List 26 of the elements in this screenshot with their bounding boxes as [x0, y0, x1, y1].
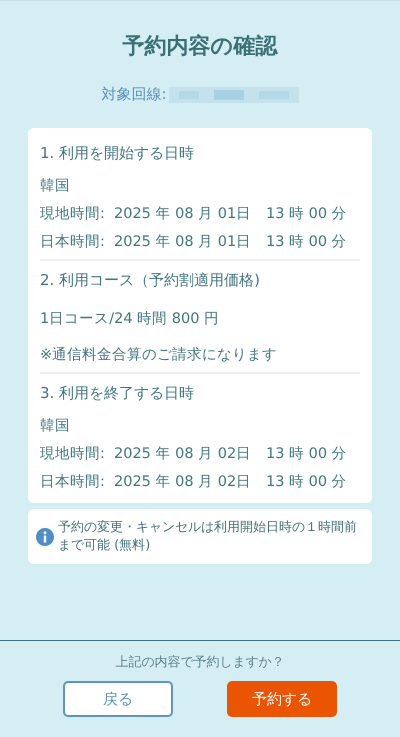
date-text: 2025 年 08 月 02日: [114, 473, 252, 491]
section-heading: 3. 利用を終了する日時: [40, 384, 196, 403]
date-text: 2025 年 08 月 02日: [114, 445, 252, 463]
date-text: 2025 年 08 月 01日: [114, 205, 252, 223]
info-icon: [36, 528, 54, 546]
time-text: 13 時 00 分: [266, 445, 347, 463]
time-text: 13 時 00 分: [266, 205, 347, 223]
time-text: 13 時 00 分: [266, 233, 347, 251]
line-label: 対象回線:: [101, 85, 167, 104]
date-text: 2025 年 08 月 01日: [114, 233, 252, 251]
billing-note: ※通信料金合算のご請求になります: [40, 346, 278, 364]
back-button[interactable]: 戻る: [63, 681, 173, 717]
region-text: 韓国: [40, 177, 71, 195]
reserve-button[interactable]: 予約する: [227, 681, 337, 717]
section-heading: 1. 利用を開始する日時: [40, 144, 196, 163]
section-heading: 2. 利用コース（予約割適用価格): [40, 271, 261, 290]
time-text: 13 時 00 分: [266, 473, 347, 491]
time-label: 日本時間:: [40, 233, 106, 251]
confirm-question: 上記の内容で予約しますか？: [114, 654, 286, 671]
time-label: 現地時間:: [40, 205, 106, 223]
page-title: 予約内容の確認: [122, 32, 279, 61]
notice-text: 予約の変更・キャンセルは利用開始日時の１時間前まで可能 (無料): [58, 519, 358, 554]
time-label: 日本時間:: [40, 473, 106, 491]
time-label: 現地時間:: [40, 445, 106, 463]
plan-text: 1日コース/24 時間 800 円: [40, 310, 220, 328]
region-text: 韓国: [40, 417, 71, 435]
